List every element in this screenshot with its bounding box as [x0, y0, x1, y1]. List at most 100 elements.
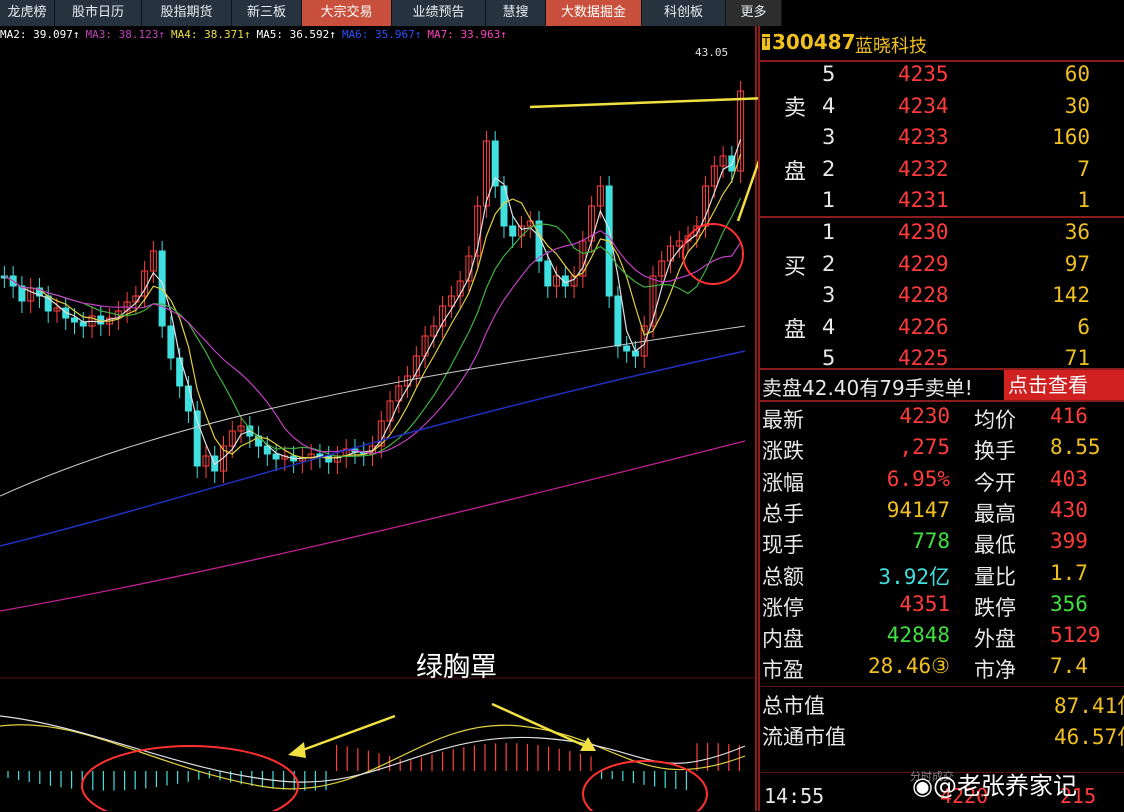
top-tab-bar: 龙虎榜 股市日历 股指期货 新三板 大宗交易 业绩预告 慧搜 大数据掘金 科创板 更多 [0, 0, 1124, 26]
tab-1[interactable]: 股市日历 [55, 0, 142, 26]
quote-value: 28.46③ [867, 654, 950, 679]
quote-value: 6.95% [886, 466, 950, 491]
price: 4225 [898, 346, 949, 370]
quote-row: 涨停 4351 跌停 356 [760, 592, 1124, 623]
candle-body [167, 325, 175, 359]
tab-6[interactable]: 慧搜 [486, 0, 546, 26]
cap-row: 流通市值 46.57亿 [760, 721, 1124, 752]
tab-3[interactable]: 新三板 [232, 0, 302, 26]
quote-value: 403 [1050, 466, 1088, 491]
tab-9[interactable]: 更多 [726, 0, 782, 26]
level: 1 [822, 220, 836, 244]
volume: 6 [1077, 314, 1090, 339]
ask-row[interactable]: 3 4233 160 [760, 125, 1124, 156]
bid-row[interactable]: 2 4229 97 [760, 252, 1124, 283]
quote-label: 量比 [974, 564, 1016, 589]
view-orders-button[interactable]: 点击查看 [1004, 370, 1124, 400]
volume: 160 [1052, 125, 1090, 149]
quote-row: 总手 94147 最高 430 [760, 498, 1124, 529]
quote-label: 涨停 [762, 595, 804, 620]
stock-code: 300487 [772, 30, 856, 54]
price: 4231 [898, 188, 949, 212]
cap-row: 总市值 87.41亿 [760, 690, 1124, 721]
price: 4226 [898, 314, 949, 339]
ma-legend-item: MA3: 38.123↑ [85, 28, 165, 41]
bid-row[interactable]: 1 4230 36 [760, 220, 1124, 251]
price: 4230 [898, 220, 949, 244]
quote-label: 最新 [762, 408, 804, 432]
quote-row: 涨幅 6.95% 今开 403 [760, 467, 1124, 498]
quote-value: 5129 [1050, 623, 1101, 648]
divider [760, 686, 1124, 687]
candle-body [184, 385, 192, 412]
price: 4232 [898, 156, 949, 181]
ma-line-purple [4, 229, 742, 454]
chart-caption: 绿胸罩 [416, 652, 497, 683]
ma-line-pink [0, 440, 746, 612]
candle-body [509, 225, 517, 237]
ma-line-yellow [4, 153, 742, 459]
quote-value: 8.55 [1050, 435, 1101, 460]
price: 4235 [898, 62, 949, 86]
high-price-label: 43.05 [695, 46, 728, 59]
kline-chart[interactable]: 43.05 [0, 26, 758, 811]
price: 4228 [898, 283, 949, 307]
divider [760, 216, 1124, 218]
quote-label: 均价 [974, 408, 1016, 432]
tab-0[interactable]: 龙虎榜 [0, 0, 55, 26]
level: 1 [822, 188, 836, 212]
quote-label: 总额 [762, 564, 804, 589]
cap-value: 87.41亿 [1054, 694, 1124, 718]
ma-legend-item: MA5: 36.592↑ [256, 28, 336, 41]
quote-value: 778 [912, 529, 950, 554]
annotation-arrow [529, 97, 758, 109]
stock-header[interactable]: T 300487 蓝晓科技 [760, 30, 1124, 57]
quote-value: 42848 [886, 623, 950, 648]
quote-row: 总额 3.92亿 量比 1.7 [760, 561, 1124, 592]
ma-line-white [4, 139, 742, 466]
cap-label: 流通市值 [762, 725, 846, 749]
tab-2[interactable]: 股指期货 [142, 0, 232, 26]
ask-row[interactable]: 2 4232 7 [760, 157, 1124, 188]
candle-body [623, 345, 631, 352]
divider [760, 400, 1124, 402]
volume: 142 [1052, 283, 1090, 307]
bid-row[interactable]: 4 4226 6 [760, 315, 1124, 346]
price: 4233 [898, 125, 949, 149]
price: 4234 [898, 93, 949, 118]
level: 2 [822, 251, 836, 276]
tab-4[interactable]: 大宗交易 [302, 0, 392, 26]
volume: 1 [1077, 188, 1090, 212]
quote-label: 最高 [974, 501, 1016, 526]
cap-value: 46.57亿 [1054, 725, 1124, 749]
ma-legend-item: MA7: 33.963↑ [427, 28, 507, 41]
tab-8[interactable]: 科创板 [642, 0, 726, 26]
quote-label: 涨幅 [762, 470, 804, 495]
quote-value: 356 [1050, 591, 1088, 616]
ask-notice-row: 卖盘42.40有79手卖单! 点击查看 [760, 370, 1124, 400]
quote-label: 市盈 [762, 658, 804, 683]
quote-label: 市净 [974, 658, 1016, 683]
level: 4 [822, 93, 836, 118]
ask-row[interactable]: 1 4231 1 [760, 188, 1124, 219]
ma-legend-item: MA6: 35.967↑ [341, 28, 422, 41]
tab-7[interactable]: 大数据掘金 [546, 0, 642, 26]
quote-value: 3.92亿 [878, 564, 950, 589]
quote-value: 94147 [886, 497, 950, 522]
annotation-circle [582, 760, 708, 811]
candle-body [71, 317, 78, 323]
quote-row: 市盈 28.46③ 市净 7.4 [760, 654, 1124, 685]
ask-row[interactable]: 5 4235 60 [760, 62, 1124, 93]
stock-mark-badge: T [762, 34, 770, 50]
level: 5 [822, 62, 836, 86]
quote-label: 换手 [974, 439, 1016, 464]
bid-row[interactable]: 3 4228 142 [760, 283, 1124, 314]
quote-value: 399 [1050, 529, 1088, 554]
quote-row: 涨跌 ,275 换手 8.55 [760, 435, 1124, 466]
quote-value: 4230 [899, 404, 950, 428]
ma-legend-item: MA2: 39.097↑ [0, 28, 80, 41]
tab-5[interactable]: 业绩预告 [392, 0, 486, 26]
ask-row[interactable]: 4 4234 30 [760, 94, 1124, 125]
level: 3 [822, 283, 836, 307]
quote-value: 4351 [899, 591, 950, 616]
